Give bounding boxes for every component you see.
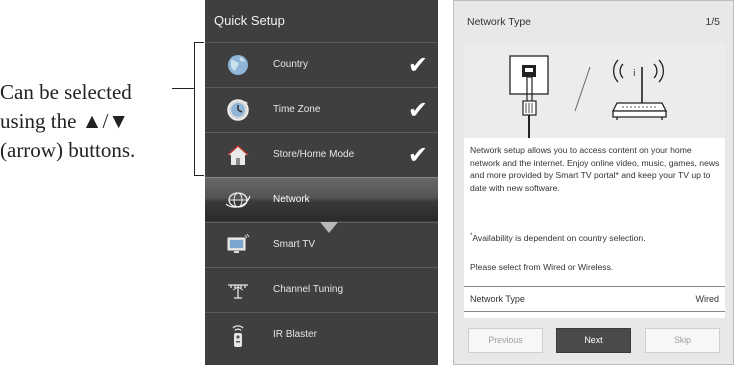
availability-note: *Availability is dependent on country se… [470,233,646,243]
tv-icon [225,232,251,258]
annotation-pointer-line [172,88,194,89]
menu-item-country[interactable]: Country ✔ [205,42,438,86]
menu-item-label: Smart TV [273,239,316,250]
menu-item-ir-blaster[interactable]: IR Blaster [205,312,438,356]
network-type-panel: Network Type 1/5 i Network setup allows … [453,0,734,365]
house-icon [225,142,251,168]
checkmark-icon: ✔ [407,51,428,79]
network-description: Network setup allows you to access conte… [470,145,720,193]
antenna-icon [225,277,251,303]
network-type-setting-row[interactable]: Network Type Wired [464,286,725,312]
remote-icon [225,322,251,348]
annotation-line-3: (arrow) buttons. [0,138,136,162]
menu-item-label: Country [273,59,309,70]
annotation-line-2: using the ▲/▼ [0,109,130,133]
menu-item-label: IR Blaster [273,329,317,340]
menu-item-label: Channel Tuning [273,284,344,295]
globe-icon [225,52,251,78]
menu-item-store-home-mode[interactable]: Store/Home Mode ✔ [205,132,438,176]
menu-item-label: Time Zone [273,104,321,115]
svg-text:i: i [633,69,636,79]
previous-button[interactable]: Previous [468,328,543,353]
setting-label: Network Type [470,294,525,304]
quick-setup-panel: Quick Setup Country ✔ Time Zone ✔ Store/… [205,0,438,365]
quick-setup-title: Quick Setup [205,0,438,42]
menu-item-label: Network [273,194,310,205]
ethernet-socket-icon [509,55,549,138]
annotation-text: Can be selected using the ▲/▼ (arrow) bu… [0,78,190,165]
clock-icon [225,97,251,123]
annotation-bracket [194,42,204,176]
network-type-header: Network Type 1/5 [454,1,733,43]
checkmark-icon: ✔ [407,141,428,169]
setting-value[interactable]: Wired [695,294,719,304]
menu-item-network[interactable]: Network [205,177,438,221]
next-button[interactable]: Next [556,328,631,353]
network-illustration: i [464,43,725,138]
network-globe-icon [225,187,251,213]
divider-slash [574,66,591,112]
checkmark-icon: ✔ [407,96,428,124]
menu-item-label: Store/Home Mode [273,149,355,160]
button-bar: Previous Next Skip [464,318,725,356]
skip-button[interactable]: Skip [645,328,720,353]
select-instruction: Please select from Wired or Wireless. [470,262,614,272]
wireless-router-icon: i [611,59,668,120]
panel-title: Network Type [467,16,531,28]
menu-item-time-zone[interactable]: Time Zone ✔ [205,87,438,131]
annotation-line-1: Can be selected [0,80,132,104]
note-text: Availability is dependent on country sel… [472,233,646,243]
page-indicator: 1/5 [705,16,720,28]
network-type-body: i Network setup allows you to access con… [464,43,725,356]
scroll-down-arrow-icon [320,222,338,233]
menu-item-channel-tuning[interactable]: Channel Tuning [205,267,438,311]
